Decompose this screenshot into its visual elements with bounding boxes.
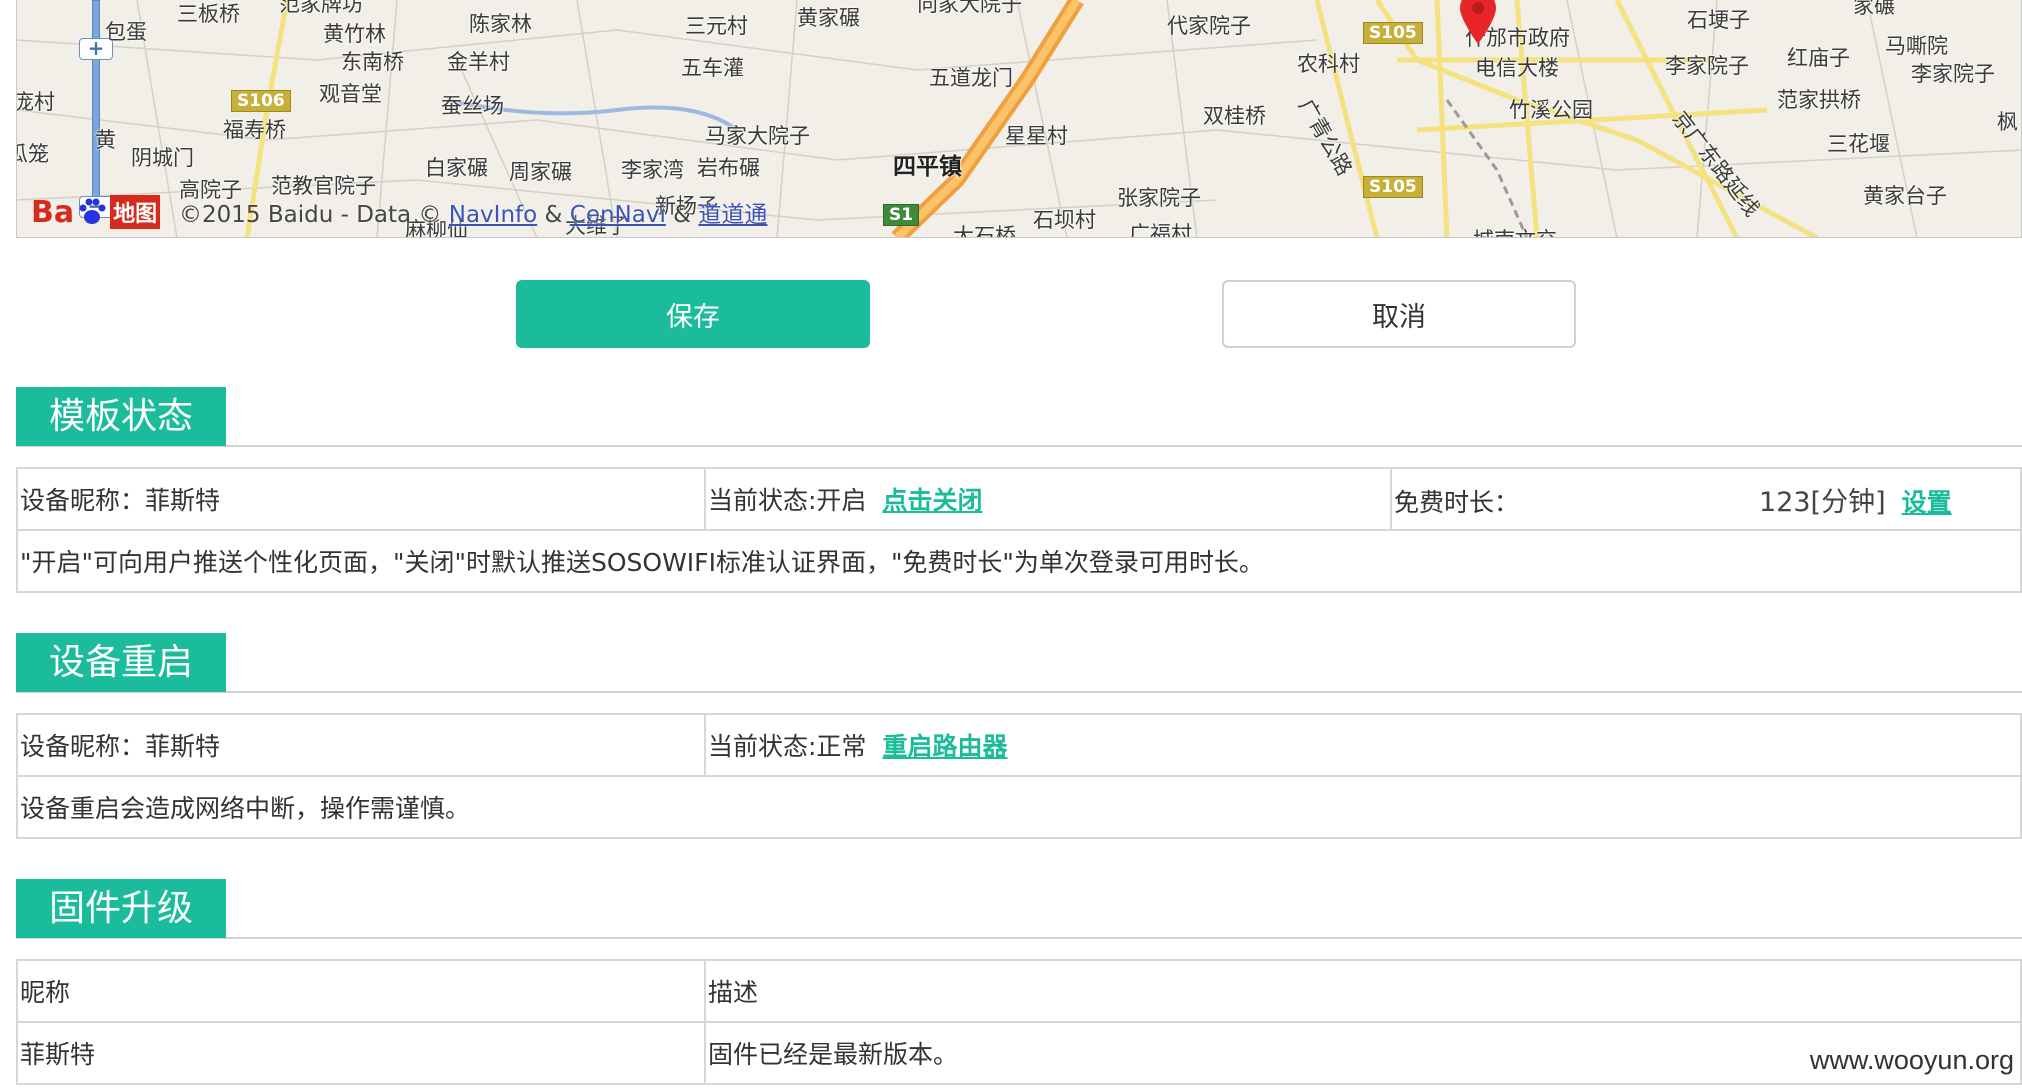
baidu-map-logo[interactable]: Ba 地图 xyxy=(31,192,161,232)
zoom-slider-track[interactable] xyxy=(92,0,100,210)
map-place-label: 周家碾 xyxy=(509,160,572,184)
map-place-label: 星星村 xyxy=(1005,124,1068,148)
section-title: 模板状态 xyxy=(16,387,226,446)
set-free-time-link[interactable]: 设置 xyxy=(1902,488,1952,517)
save-button[interactable]: 保存 xyxy=(516,280,870,348)
map-place-label: 马嘶院 xyxy=(1885,34,1948,58)
section-title: 固件升级 xyxy=(16,879,226,938)
map-place-label: 枫 xyxy=(1997,110,2018,134)
device-restart-note: 设备重启会造成网络中断，操作需谨慎。 xyxy=(16,775,2022,839)
firmware-nickname: 菲斯特 xyxy=(16,1021,706,1085)
map-place-label: 家碾 xyxy=(1853,0,1895,18)
map-place-label: 五道龙门 xyxy=(929,66,1013,90)
map-place-label: 石坝村 xyxy=(1033,208,1096,232)
map-place-label: 代家院子 xyxy=(1167,14,1251,38)
location-pin-icon[interactable] xyxy=(1458,0,1498,46)
template-status-table: 设备昵称：菲斯特 当前状态:开启 点击关闭 免费时长： 123[分钟] 设置 "开启"… xyxy=(16,467,2022,593)
map-place-label: 李家院子 xyxy=(1665,54,1749,78)
map-place-label: 范家牌坊 xyxy=(279,0,363,16)
device-nickname: 设备昵称：菲斯特 xyxy=(16,713,706,777)
map-place-label: 黄竹林 xyxy=(323,22,386,46)
map-place-label: 张家院子 xyxy=(1117,186,1201,210)
template-status-header: 模板状态 xyxy=(16,387,2022,447)
table-row: 设备重启会造成网络中断，操作需谨慎。 xyxy=(16,775,2022,839)
map-place-label: 红庙子 xyxy=(1787,46,1850,70)
map-place-label: 李家湾 xyxy=(621,158,684,182)
map-place-label: 东南桥 xyxy=(341,50,404,74)
map-place-label: 黄 xyxy=(95,128,116,152)
table-header-row: 昵称 描述 xyxy=(16,959,2022,1023)
cancel-button[interactable]: 取消 xyxy=(1222,280,1576,348)
map-place-label: 竹溪公园 xyxy=(1509,98,1593,122)
section-title: 设备重启 xyxy=(16,633,226,692)
map-place-label: 城南文交 xyxy=(1473,230,1557,238)
map-place-label: 大石桥 xyxy=(953,224,1016,238)
road-shield: S106 xyxy=(231,90,291,112)
baidu-map[interactable]: + − 范家牌坊 三板桥 黄竹林 陈家林 三元村 黄家碾 向家大院子 代家院子 什邡市政府 电信大… xyxy=(16,0,2022,238)
road-shield: S1 xyxy=(883,204,920,226)
current-state: 当前状态:开启 xyxy=(708,486,867,515)
map-place-label: 四平镇 xyxy=(893,154,962,180)
restart-router-link[interactable]: 重启路由器 xyxy=(882,732,1007,761)
map-place-label: 观音堂 xyxy=(319,82,382,106)
map-place-label: 五车灌 xyxy=(681,56,744,80)
map-place-label: 金羊村 xyxy=(447,50,510,74)
map-place-label: 岩布碾 xyxy=(697,156,760,180)
template-status-note: "开启"可向用户推送个性化页面，"关闭"时默认推送SOSOWIFI标准认证界面，… xyxy=(16,529,2022,593)
column-header-description: 描述 xyxy=(704,959,2022,1023)
map-place-label: 包蛋 xyxy=(105,20,147,44)
map-place-label: 高院子 xyxy=(179,178,242,202)
map-place-label: 范家拱桥 xyxy=(1777,88,1861,112)
map-place-label: 向家大院子 xyxy=(917,0,1022,16)
map-place-label: 李家院子 xyxy=(1911,62,1995,86)
map-place-label: 黄家碾 xyxy=(797,6,860,30)
free-time-value: 123[分钟] xyxy=(1759,486,1886,518)
firmware-table: 昵称 描述 菲斯特 固件已经是最新版本。 xyxy=(16,959,2022,1085)
column-header-nickname: 昵称 xyxy=(16,959,706,1023)
table-row: "开启"可向用户推送个性化页面，"关闭"时默认推送SOSOWIFI标准认证界面，… xyxy=(16,529,2022,593)
road-shield: S105 xyxy=(1363,176,1423,198)
map-place-label: 范教官院子 xyxy=(271,174,376,198)
table-row: 菲斯特 固件已经是最新版本。 xyxy=(16,1021,2022,1085)
map-place-label: 电信大楼 xyxy=(1475,56,1559,80)
table-row: 设备昵称：菲斯特 当前状态:开启 点击关闭 免费时长： 123[分钟] 设置 xyxy=(16,467,2022,531)
daodaotong-link[interactable]: 道道通 xyxy=(698,202,767,228)
map-place-label: 福寿桥 xyxy=(223,118,286,142)
map-place-label: 农科村 xyxy=(1297,52,1360,76)
current-state: 当前状态:正常 xyxy=(708,732,867,761)
baidu-paw-icon xyxy=(79,198,106,224)
map-place-label: 陈家林 xyxy=(469,12,532,36)
map-place-label: 广福村 xyxy=(1129,222,1192,238)
firmware-header: 固件升级 xyxy=(16,879,2022,939)
free-time-cell: 免费时长： 123[分钟] 设置 xyxy=(1390,467,2022,531)
toggle-close-link[interactable]: 点击关闭 xyxy=(882,486,982,515)
map-place-label: 三元村 xyxy=(685,14,748,38)
current-state-cell: 当前状态:正常 重启路由器 xyxy=(704,713,2022,777)
map-place-label: 双桂桥 xyxy=(1203,104,1266,128)
map-place-label: 黄家台子 xyxy=(1863,184,1947,208)
free-time-label: 免费时长： xyxy=(1394,487,1520,517)
map-copyright: ©2015 Baidu - Data © NavInfo & CenNavi &… xyxy=(179,202,768,228)
device-restart-table: 设备昵称：菲斯特 当前状态:正常 重启路由器 设备重启会造成网络中断，操作需谨慎。 xyxy=(16,713,2022,839)
map-place-label: 阴城门 xyxy=(131,146,194,170)
cennavi-link[interactable]: CenNavi xyxy=(570,202,666,228)
map-place-label: 瓜笼 xyxy=(17,142,49,166)
watermark: www.wooyun.org xyxy=(1809,1045,2014,1075)
map-place-label: 庞村 xyxy=(16,90,55,114)
map-place-label: 蚕丝场 xyxy=(441,94,504,118)
map-place-label: 马家大院子 xyxy=(705,124,810,148)
current-state-cell: 当前状态:开启 点击关闭 xyxy=(704,467,1392,531)
map-place-label: 白家碾 xyxy=(425,156,488,180)
device-restart-header: 设备重启 xyxy=(16,633,2022,693)
map-place-label: 三花堰 xyxy=(1827,132,1890,156)
table-row: 设备昵称：菲斯特 当前状态:正常 重启路由器 xyxy=(16,713,2022,777)
road-shield: S105 xyxy=(1363,22,1423,44)
map-place-label: 石埂子 xyxy=(1687,8,1750,32)
device-nickname: 设备昵称：菲斯特 xyxy=(16,467,706,531)
navinfo-link[interactable]: NavInfo xyxy=(449,202,537,228)
map-place-label: 三板桥 xyxy=(177,2,240,26)
